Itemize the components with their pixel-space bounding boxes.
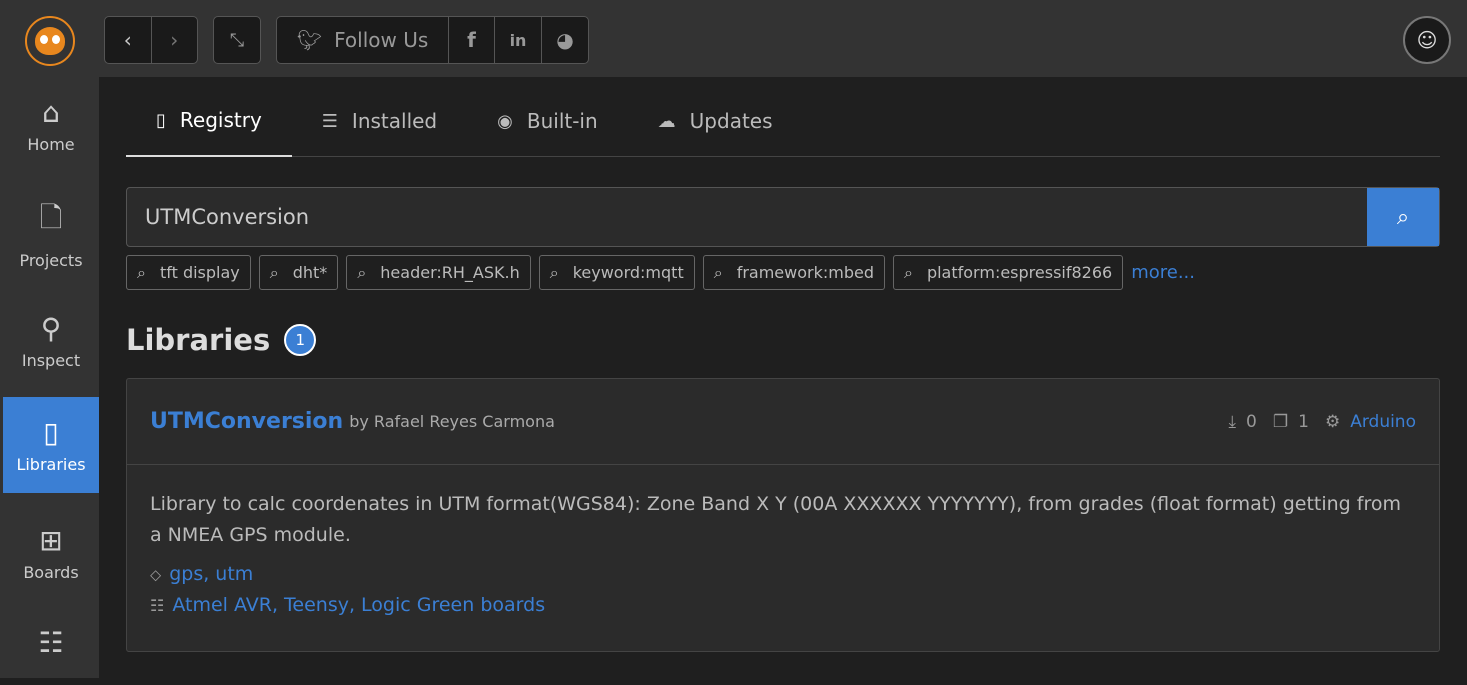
- github-icon[interactable]: ◕: [542, 17, 588, 63]
- facebook-icon[interactable]: f: [449, 17, 495, 63]
- tab-registry[interactable]: ▯ Registry: [126, 85, 292, 157]
- search-icon: ⌕: [549, 262, 559, 282]
- boards-link[interactable]: Atmel AVR, Teensy, Logic Green boards: [172, 594, 545, 616]
- search-icon: ⌕: [713, 262, 723, 282]
- library-name-link[interactable]: UTMConversion: [150, 409, 343, 434]
- library-description: Library to calc coordenates in UTM forma…: [150, 493, 1401, 546]
- book-icon: ▯: [43, 416, 59, 449]
- tag-icon: ⬦: [150, 565, 162, 584]
- search-suggestions: ⌕ tft display ⌕ dht* ⌕ header:RH_ASK.h ⌕ key…: [126, 255, 1195, 290]
- home-icon: ⌂: [42, 96, 60, 129]
- section-title: Libraries: [126, 323, 271, 357]
- sidebar-item-label: Boards: [23, 563, 79, 582]
- chip-label: tft display: [159, 263, 240, 282]
- cloud-download-icon: ☁: [657, 110, 676, 132]
- twitter-icon: 🐦︎: [296, 28, 323, 52]
- suggestion-chip[interactable]: ⌕ dht*: [258, 255, 339, 290]
- examples-count: 1: [1298, 411, 1309, 432]
- sidebar-item-home[interactable]: ⌂ Home: [3, 77, 99, 173]
- sidebar-item-platforms[interactable]: ☷: [3, 605, 99, 685]
- search-icon: ⌕: [269, 262, 279, 282]
- expand-icon[interactable]: ⤡: [214, 17, 260, 63]
- list-icon: ☰: [321, 110, 338, 132]
- result-count-badge: 1: [284, 324, 317, 356]
- linkedin-icon[interactable]: in: [495, 17, 542, 63]
- chip-label: framework:mbed: [736, 263, 874, 282]
- framework-link[interactable]: Arduino: [1350, 412, 1416, 432]
- sidebar-item-label: Libraries: [16, 455, 86, 474]
- sidebar-item-projects[interactable]: 🗋 Projects: [3, 185, 99, 281]
- user-account-button[interactable]: ☺: [1403, 16, 1451, 64]
- follow-label: Follow Us: [334, 28, 429, 52]
- social-group: 🐦︎ Follow Us f in ◕: [276, 16, 589, 64]
- section-heading: Libraries 1: [126, 323, 317, 357]
- calculator-icon: ⊞: [39, 524, 63, 557]
- suggestion-chip[interactable]: ⌕ platform:espressif8266: [892, 255, 1124, 290]
- back-button[interactable]: ‹: [105, 17, 152, 63]
- sidebar-item-label: Home: [27, 135, 75, 154]
- search-icon: ⌕: [1396, 204, 1410, 229]
- tab-built-in[interactable]: ◉ Built-in: [467, 85, 628, 157]
- downloads-count: 0: [1246, 411, 1257, 432]
- platformio-logo: [25, 16, 75, 66]
- library-author: by Rafael Reyes Carmona: [349, 412, 555, 431]
- more-link[interactable]: more...: [1131, 262, 1195, 283]
- suggestion-chip[interactable]: ⌕ header:RH_ASK.h: [346, 255, 531, 290]
- tab-updates[interactable]: ☁ Updates: [628, 85, 803, 157]
- inspect-icon: ⚲: [40, 312, 62, 345]
- eye-icon: ◉: [497, 110, 513, 132]
- sidebar-item-label: Inspect: [21, 351, 81, 370]
- sidebar-item-boards[interactable]: ⊞ Boards: [3, 505, 99, 601]
- examples-icon: ❐: [1272, 411, 1289, 432]
- chip-label: keyword:mqtt: [572, 263, 684, 282]
- grid-icon: ☷: [150, 596, 165, 615]
- suggestion-chip[interactable]: ⌕ framework:mbed: [702, 255, 885, 290]
- search-button[interactable]: ⌕: [1367, 188, 1439, 246]
- library-card: UTMConversion by Rafael Reyes Carmona ⤓ 0…: [126, 378, 1440, 652]
- suggestion-chip[interactable]: ⌕ tft display: [126, 255, 251, 290]
- search-bar: ⌕: [126, 187, 1440, 247]
- user-icon: ☺: [1416, 28, 1438, 52]
- tab-installed[interactable]: ☰ Installed: [292, 85, 467, 157]
- tab-label: Installed: [351, 109, 438, 133]
- suggestion-chip[interactable]: ⌕ keyword:mqtt: [538, 255, 695, 290]
- search-icon: ⌕: [357, 262, 367, 282]
- sidebar-item-libraries[interactable]: ▯ Libraries: [3, 397, 99, 493]
- follow-us-button[interactable]: 🐦︎ Follow Us: [277, 17, 449, 63]
- project-icon: 🗋: [39, 200, 63, 234]
- library-tabs: ▯ Registry ☰ Installed ◉ Built-in ☁ Updates: [126, 85, 1440, 157]
- tab-label: Updates: [689, 109, 773, 133]
- keywords-link[interactable]: gps, utm: [169, 563, 253, 585]
- forward-button[interactable]: ›: [152, 17, 198, 63]
- chip-label: platform:espressif8266: [926, 263, 1113, 282]
- search-icon: ⌕: [903, 262, 913, 282]
- gear-icon: ⚙: [1324, 411, 1341, 432]
- chip-label: header:RH_ASK.h: [380, 263, 520, 282]
- chip-label: dht*: [292, 263, 328, 282]
- search-icon: ⌕: [137, 262, 146, 282]
- tab-label: Registry: [179, 108, 262, 132]
- book-icon: ▯: [156, 109, 166, 131]
- search-input[interactable]: [127, 188, 1367, 246]
- library-card-header: UTMConversion by Rafael Reyes Carmona ⤓ 0…: [127, 379, 1439, 465]
- tab-label: Built-in: [526, 109, 598, 133]
- sidebar-item-inspect[interactable]: ⚲ Inspect: [3, 293, 99, 389]
- library-stats: ⤓ 0 ❐ 1 ⚙ Arduino: [1229, 412, 1416, 432]
- fullscreen-group: ⤡: [213, 16, 261, 64]
- nav-group: ‹ ›: [104, 16, 198, 64]
- sidebar-item-label: Projects: [19, 250, 83, 270]
- grid-icon: ☷: [38, 625, 64, 659]
- download-icon: ⤓: [1228, 411, 1237, 432]
